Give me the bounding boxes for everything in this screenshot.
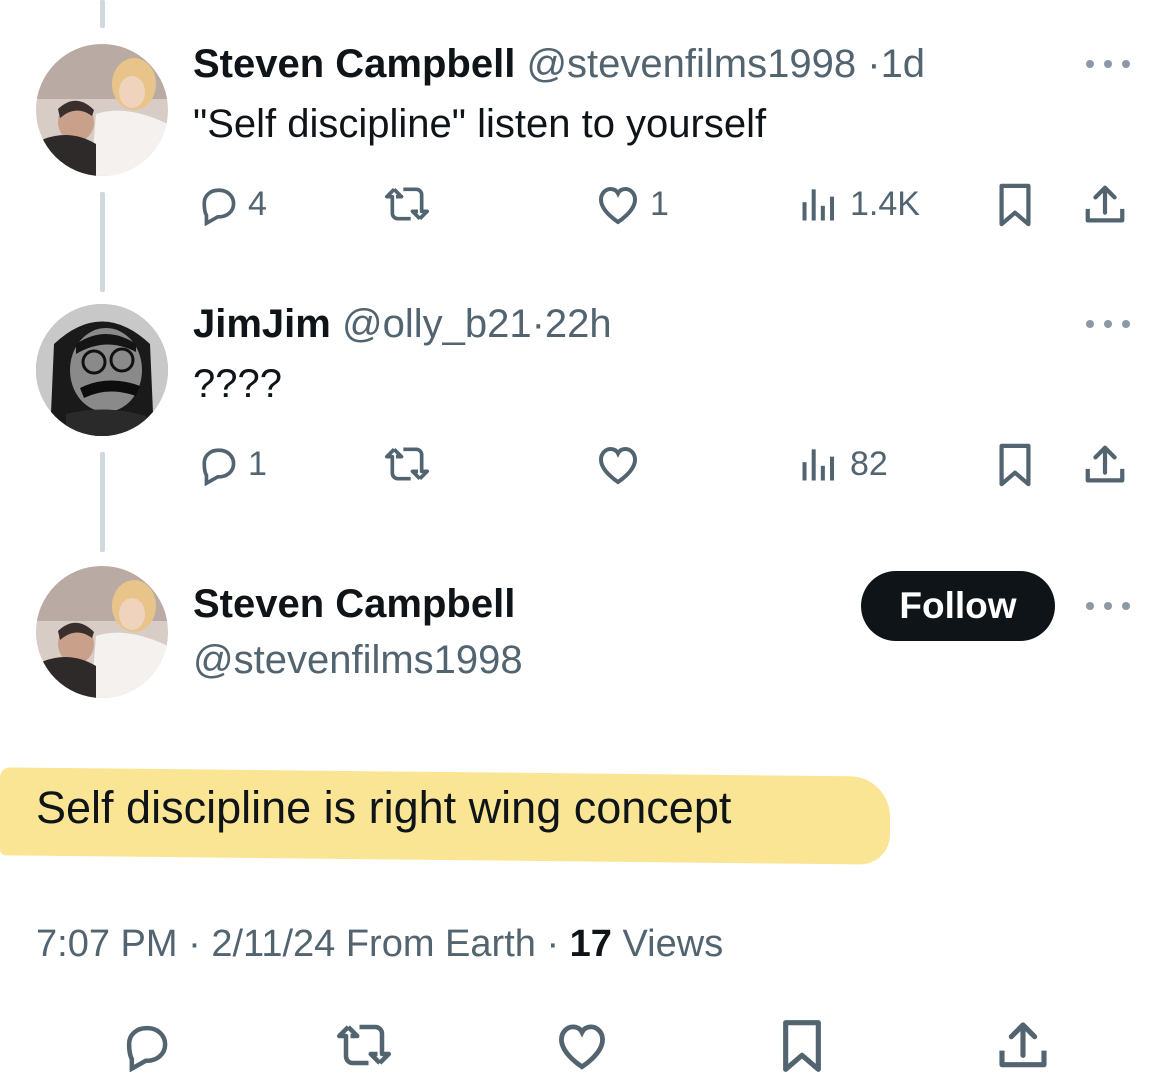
- views-button[interactable]: 82: [796, 442, 888, 486]
- like-count: 1: [650, 184, 669, 223]
- reply-icon: [202, 448, 236, 486]
- separator: ·: [867, 42, 881, 86]
- more-options-icon[interactable]: [1086, 54, 1130, 74]
- thread-line-2: [100, 452, 105, 552]
- repost-button[interactable]: [333, 1018, 395, 1077]
- reply-icon: [202, 188, 236, 226]
- bookmark-icon: [999, 443, 1031, 487]
- display-name[interactable]: Steven Campbell: [193, 42, 515, 86]
- bookmark-icon: [999, 183, 1031, 227]
- tweet-text: "Self discipline" listen to yourself: [193, 102, 767, 146]
- more-options-icon[interactable]: [1086, 596, 1130, 616]
- share-button[interactable]: [1082, 182, 1128, 228]
- separator: ·: [531, 302, 545, 346]
- separator: ·: [546, 923, 560, 965]
- repost-icon: [385, 447, 429, 481]
- share-icon: [1085, 185, 1125, 223]
- tweet-text: Self discipline is right wing concept: [36, 782, 732, 833]
- views-label[interactable]: Views: [623, 923, 724, 965]
- bookmark-button[interactable]: [995, 182, 1035, 228]
- more-options-icon[interactable]: [1086, 314, 1130, 334]
- share-button[interactable]: [1082, 442, 1128, 488]
- user-handle[interactable]: @stevenfilms1998: [193, 636, 523, 684]
- repost-icon: [385, 187, 429, 221]
- like-icon: [598, 446, 638, 485]
- repost-button[interactable]: [382, 442, 440, 486]
- timestamp[interactable]: 1d: [881, 42, 926, 86]
- thread-line-top: [100, 0, 105, 28]
- tweet-header: Steven Campbell @stevenfilms1998 ·1d: [193, 40, 925, 88]
- views-count: 1.4K: [850, 184, 920, 223]
- bookmark-button[interactable]: [778, 1018, 826, 1079]
- location: From Earth: [345, 923, 536, 965]
- reply-count: 1: [248, 444, 267, 483]
- views-icon: [802, 449, 835, 481]
- tweet-text: ????: [193, 362, 282, 406]
- post-time[interactable]: 7:07 PM: [36, 923, 178, 965]
- separator: ·: [188, 923, 201, 965]
- reply-button[interactable]: [118, 1018, 174, 1077]
- views-icon: [802, 189, 835, 221]
- bookmark-icon: [783, 1020, 821, 1072]
- repost-button[interactable]: [382, 182, 440, 226]
- timestamp[interactable]: 22h: [545, 302, 612, 346]
- reply-count: 4: [248, 184, 267, 223]
- user-handle[interactable]: @stevenfilms1998: [526, 42, 856, 86]
- like-icon: [559, 1024, 605, 1070]
- views-count[interactable]: 17: [570, 923, 612, 965]
- avatar[interactable]: [36, 566, 168, 698]
- views-count: 82: [850, 444, 888, 483]
- like-button[interactable]: [594, 442, 650, 486]
- like-button[interactable]: [553, 1018, 611, 1077]
- tweet-header: JimJim @olly_b21·22h: [193, 300, 612, 348]
- avatar[interactable]: [36, 304, 168, 436]
- reply-button[interactable]: 4: [196, 182, 267, 226]
- repost-icon: [337, 1024, 391, 1066]
- share-icon: [999, 1022, 1047, 1068]
- views-button[interactable]: 1.4K: [796, 182, 920, 226]
- reply-button[interactable]: 1: [196, 442, 267, 486]
- tweet-meta: 7:07 PM · 2/11/24 From Earth · 17 Views: [36, 920, 723, 968]
- display-name[interactable]: JimJim: [193, 302, 331, 346]
- reply-icon: [126, 1025, 168, 1073]
- like-button[interactable]: 1: [594, 182, 669, 226]
- bookmark-button[interactable]: [995, 442, 1035, 488]
- share-icon: [1085, 445, 1125, 483]
- user-handle[interactable]: @olly_b21: [342, 302, 532, 346]
- share-button[interactable]: [995, 1018, 1051, 1079]
- display-name[interactable]: Steven Campbell: [193, 580, 515, 628]
- follow-button[interactable]: Follow: [861, 571, 1055, 641]
- thread-line-1: [100, 192, 105, 292]
- post-date[interactable]: 2/11/24: [211, 923, 335, 965]
- like-icon: [598, 186, 638, 225]
- avatar[interactable]: [36, 44, 168, 176]
